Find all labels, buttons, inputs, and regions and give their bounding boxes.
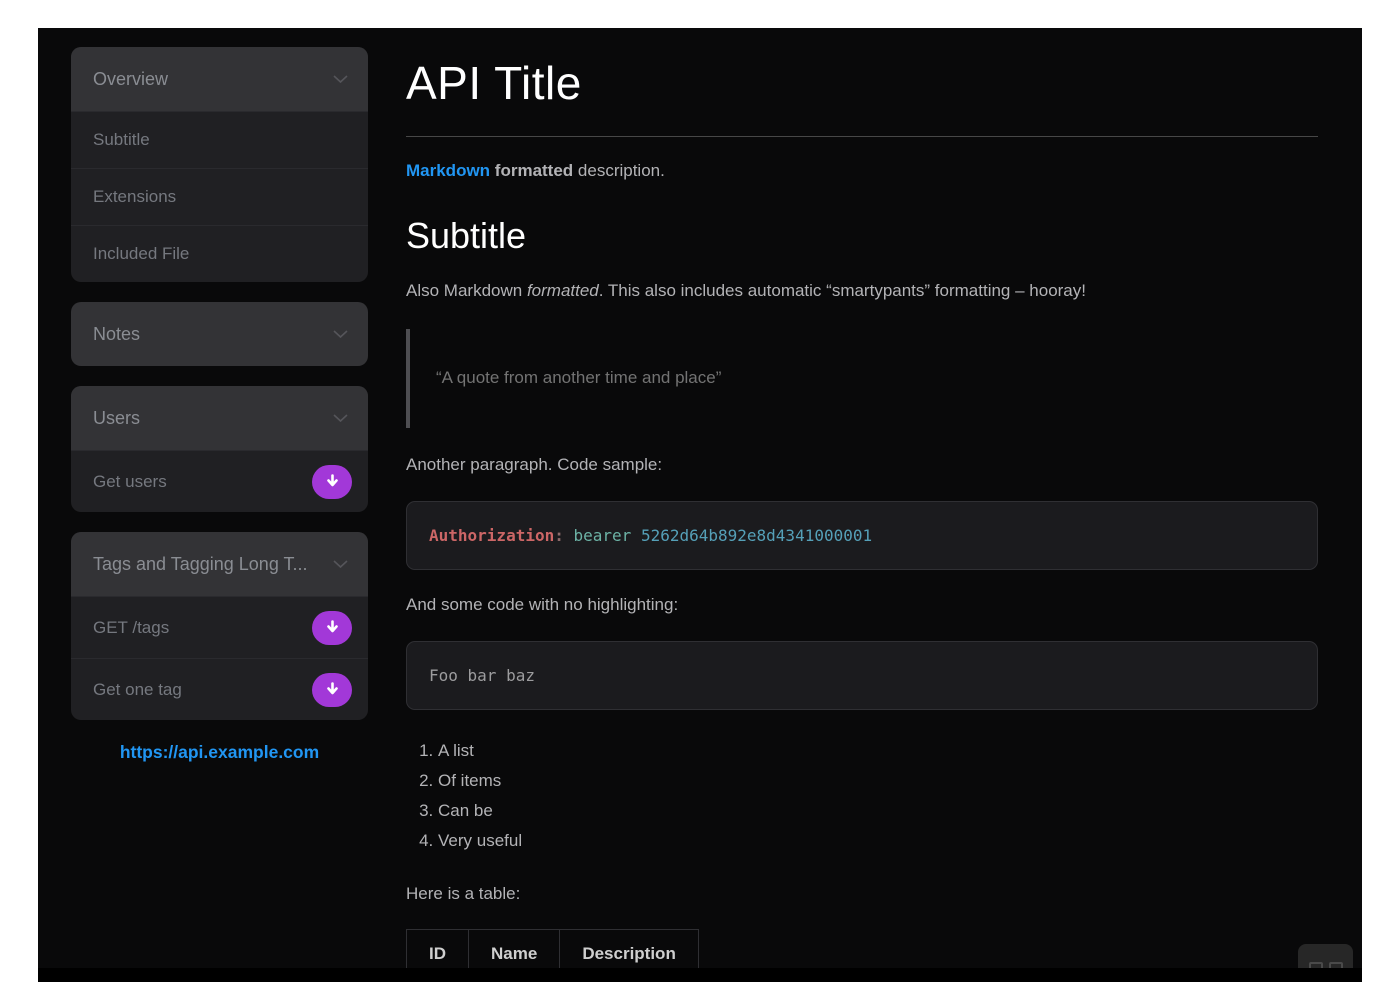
download-arrow-icon	[325, 620, 340, 635]
sidebar-item-subtitle[interactable]: Subtitle	[71, 111, 368, 168]
code-sample-label: Another paragraph. Code sample:	[406, 454, 1318, 477]
nav-group-overview: Overview Subtitle Extensions Included Fi…	[71, 47, 368, 282]
nav-group-tags: Tags and Tagging Long T... GET /tags Get…	[71, 532, 368, 720]
main-content: API Title Markdown formatted description…	[406, 28, 1318, 982]
no-highlight-label: And some code with no highlighting:	[406, 594, 1318, 617]
title-divider	[406, 136, 1318, 137]
plain-text: Also Markdown	[406, 281, 527, 300]
auth-code: Authorization: bearer 5262d64b892e8d4341…	[429, 526, 872, 545]
nav-group-title: Overview	[93, 69, 168, 90]
sidebar: Overview Subtitle Extensions Included Fi…	[71, 47, 368, 740]
sidebar-item-get-users[interactable]: Get users	[71, 450, 368, 512]
nav-group-header-tags[interactable]: Tags and Tagging Long T...	[71, 532, 368, 596]
download-badge[interactable]	[312, 673, 352, 707]
sidebar-item-get-one-tag[interactable]: Get one tag	[71, 658, 368, 720]
api-host-link[interactable]: https://api.example.com	[71, 742, 368, 763]
chevron-down-icon	[333, 330, 348, 339]
subtitle-paragraph: Also Markdown formatted. This also inclu…	[406, 280, 1318, 303]
sidebar-item-label: Get one tag	[93, 680, 182, 700]
list-item: A list	[438, 736, 1318, 766]
nav-group-notes: Notes	[71, 302, 368, 366]
plain-text: description.	[578, 161, 665, 180]
list-item: Can be	[438, 796, 1318, 826]
sidebar-item-included-file[interactable]: Included File	[71, 225, 368, 282]
markdown-link[interactable]: Markdown	[406, 161, 490, 180]
sidebar-item-label: Included File	[93, 244, 189, 264]
page-title: API Title	[406, 56, 1318, 110]
sidebar-item-extensions[interactable]: Extensions	[71, 168, 368, 225]
sidebar-item-label: Subtitle	[93, 130, 150, 150]
table-label: Here is a table:	[406, 883, 1318, 906]
auth-code-block: Authorization: bearer 5262d64b892e8d4341…	[406, 501, 1318, 570]
list-item: Of items	[438, 766, 1318, 796]
code-header-key: Authorization	[429, 526, 554, 545]
nav-group-title: Notes	[93, 324, 140, 345]
nav-group-header-users[interactable]: Users	[71, 386, 368, 450]
download-arrow-icon	[325, 682, 340, 697]
nav-group-users: Users Get users	[71, 386, 368, 512]
ordered-list: A list Of items Can be Very useful	[406, 736, 1318, 857]
quote-block: “A quote from another time and place”	[406, 329, 1318, 428]
nav-group-header-notes[interactable]: Notes	[71, 302, 368, 366]
bold-text: formatted	[490, 161, 578, 180]
sidebar-item-get-tags[interactable]: GET /tags	[71, 596, 368, 658]
sidebar-item-label: Extensions	[93, 187, 176, 207]
download-badge[interactable]	[312, 611, 352, 645]
description-paragraph: Markdown formatted description.	[406, 160, 1318, 183]
nav-group-title: Users	[93, 408, 140, 429]
code-token: 5262d64b892e8d4341000001	[641, 526, 872, 545]
chevron-down-icon	[333, 75, 348, 84]
chevron-down-icon	[333, 560, 348, 569]
sidebar-item-label: GET /tags	[93, 618, 169, 638]
quote-text: “A quote from another time and place”	[436, 367, 1318, 390]
bottom-edge	[38, 968, 1362, 982]
sidebar-item-label: Get users	[93, 472, 167, 492]
plain-text: . This also includes automatic “smartypa…	[599, 281, 1086, 300]
code-bearer: bearer	[564, 526, 641, 545]
italic-text: formatted	[527, 281, 599, 300]
chevron-down-icon	[333, 414, 348, 423]
code-separator: :	[554, 526, 564, 545]
download-arrow-icon	[325, 474, 340, 489]
nav-group-title: Tags and Tagging Long T...	[93, 554, 308, 575]
plain-code: Foo bar baz	[429, 666, 535, 685]
download-badge[interactable]	[312, 465, 352, 499]
list-item: Very useful	[438, 826, 1318, 856]
subtitle-heading: Subtitle	[406, 215, 1318, 257]
api-docs-page: Overview Subtitle Extensions Included Fi…	[38, 28, 1362, 982]
plain-code-block: Foo bar baz	[406, 641, 1318, 710]
nav-group-header-overview[interactable]: Overview	[71, 47, 368, 111]
